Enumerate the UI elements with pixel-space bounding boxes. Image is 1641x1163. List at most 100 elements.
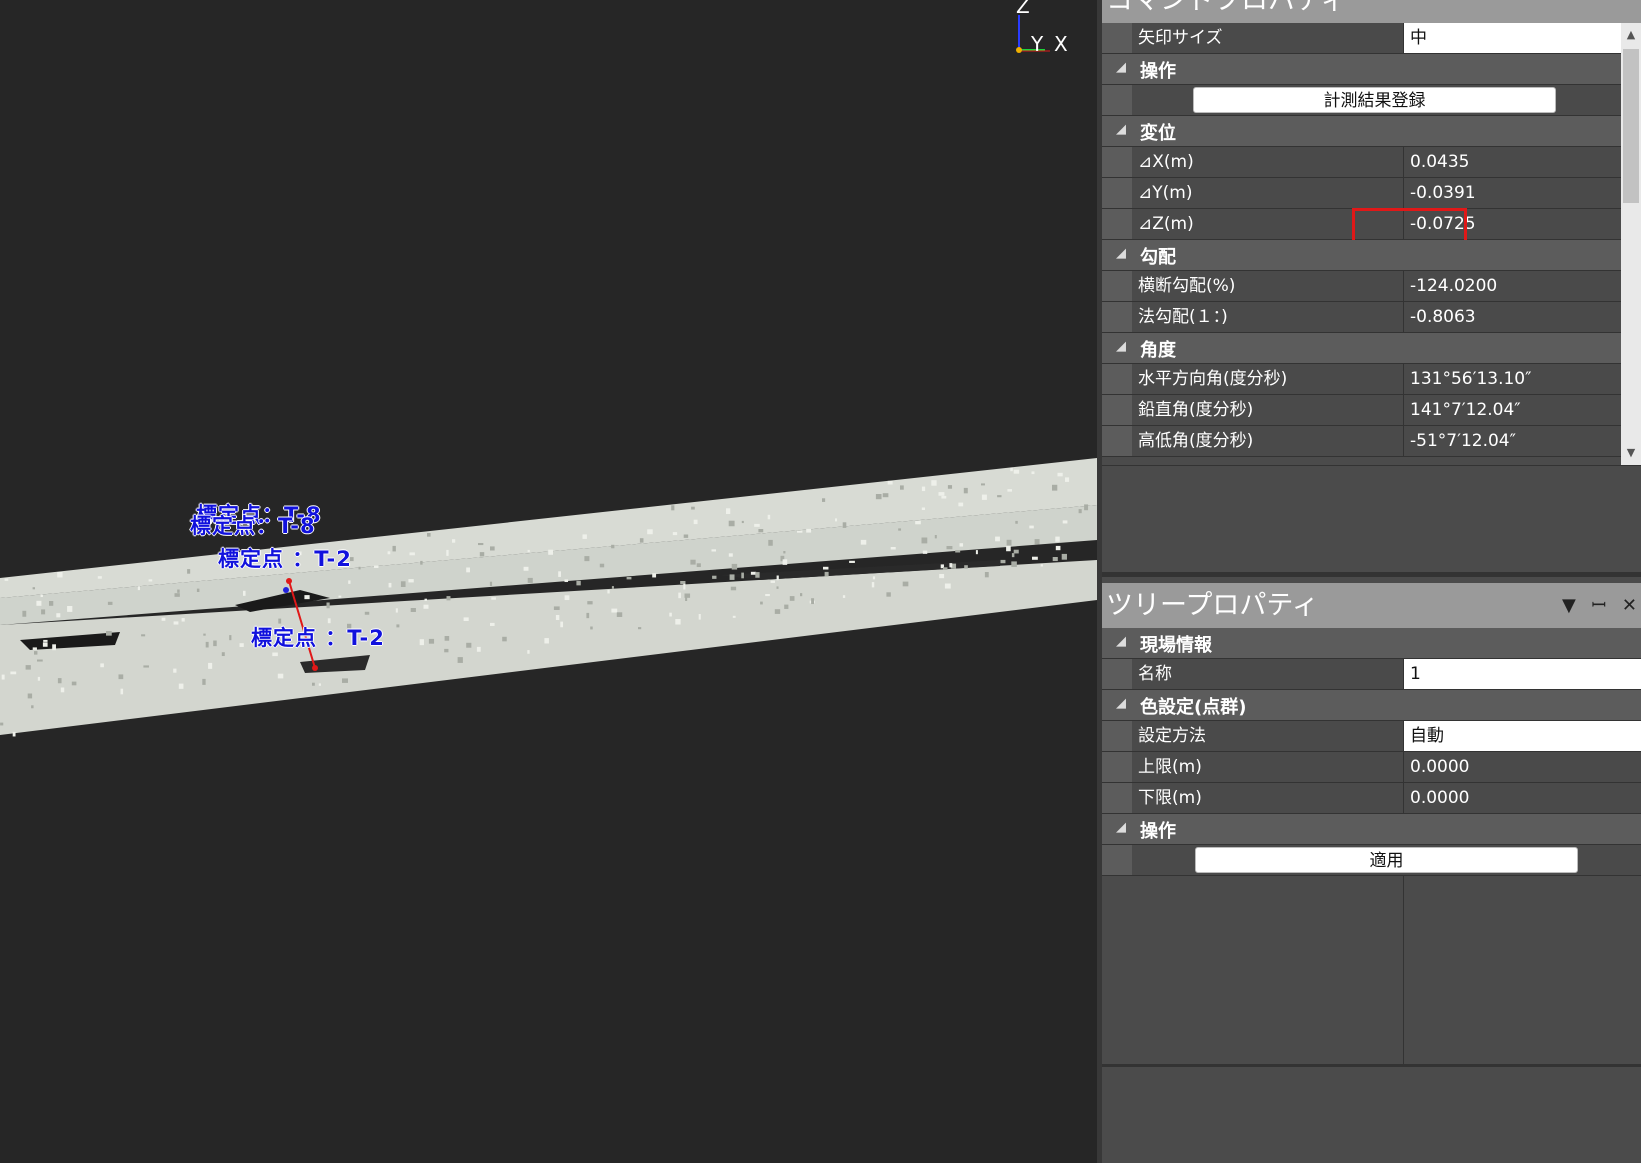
collapse-triangle-icon[interactable]: ◢: [1116, 246, 1126, 261]
property-row[interactable]: 上限(m) 0.0000: [1102, 752, 1641, 783]
calibration-point-marker[interactable]: [283, 587, 289, 593]
property-value[interactable]: 141°7′12.04″: [1404, 395, 1641, 425]
property-value[interactable]: 0.0000: [1404, 752, 1641, 782]
point-cloud-viewport[interactable]: Z Y X 標定点：T-8 標定点：T-8 標定点 ：T-2 標定点 ：T-2: [0, 0, 1097, 1163]
cloud-speck: [41, 609, 46, 615]
property-value[interactable]: -0.8063: [1404, 302, 1641, 332]
row-gutter: [1102, 752, 1132, 782]
cloud-speck: [213, 640, 217, 647]
property-name: 法勾配(１：): [1132, 302, 1404, 332]
cloud-speck: [173, 668, 177, 673]
x-axis-label: X: [1054, 32, 1068, 56]
point-cloud-canvas[interactable]: [0, 0, 1097, 1163]
cloud-speck: [424, 598, 427, 601]
property-value[interactable]: 1: [1404, 659, 1641, 689]
cloud-speck: [466, 567, 470, 573]
cloud-speck: [726, 508, 731, 515]
cloud-speck: [776, 586, 779, 589]
command-property-scrollbar[interactable]: ▲ ▼: [1621, 23, 1641, 465]
cloud-speck: [754, 523, 760, 527]
collapse-triangle-icon[interactable]: ◢: [1116, 820, 1126, 835]
collapse-triangle-icon[interactable]: ◢: [1116, 60, 1126, 75]
cloud-speck: [898, 528, 902, 531]
collapse-triangle-icon[interactable]: ◢: [1116, 696, 1126, 711]
category-row[interactable]: ◢ 現場情報: [1102, 628, 1641, 659]
property-row[interactable]: 水平方向角(度分秒) 131°56′13.10″: [1102, 364, 1641, 395]
property-row[interactable]: 高低角(度分秒) -51°7′12.04″: [1102, 426, 1641, 457]
cloud-speck: [1010, 467, 1013, 472]
category-row[interactable]: ◢ 角度: [1102, 333, 1641, 364]
property-value[interactable]: 自動: [1404, 721, 1641, 751]
cloud-speck: [768, 539, 773, 546]
collapse-triangle-icon[interactable]: ◢: [1116, 122, 1126, 137]
cloud-speck: [729, 574, 735, 580]
point-label-t2[interactable]: 標定点 ：T-2: [218, 543, 352, 573]
property-row[interactable]: ⊿X(m) 0.0435: [1102, 147, 1641, 178]
cloud-speck: [693, 519, 698, 525]
cloud-speck: [1011, 561, 1017, 567]
cloud-speck: [178, 683, 184, 689]
panel-divider: [1102, 572, 1641, 577]
property-value[interactable]: 0.0000: [1404, 783, 1641, 813]
property-row[interactable]: ⊿Y(m) -0.0391: [1102, 178, 1641, 209]
cloud-speck: [934, 535, 937, 539]
cloud-speck: [1013, 469, 1020, 474]
cloud-speck: [25, 665, 31, 670]
category-row[interactable]: ◢ 色設定(点群): [1102, 690, 1641, 721]
category-row[interactable]: ◢ 操作: [1102, 814, 1641, 845]
property-value[interactable]: 0.0435: [1404, 147, 1641, 177]
cloud-speck: [638, 627, 642, 630]
point-label-t8[interactable]: 標定点：T-8: [190, 510, 316, 540]
property-value[interactable]: -124.0200: [1404, 271, 1641, 301]
property-row[interactable]: 下限(m) 0.0000: [1102, 783, 1641, 814]
cloud-speck: [1031, 471, 1035, 475]
row-gutter: [1102, 659, 1132, 689]
cloud-speck: [161, 617, 166, 621]
pin-icon[interactable]: ꟷ: [1592, 595, 1607, 616]
register-measurement-button[interactable]: 計測結果登録: [1193, 87, 1556, 113]
cloud-speck: [1057, 472, 1063, 477]
close-icon[interactable]: ✕: [1622, 595, 1637, 616]
cloud-speck: [1032, 556, 1038, 560]
cloud-speck: [711, 549, 717, 552]
category-row[interactable]: ◢ 変位: [1102, 116, 1641, 147]
property-row[interactable]: 矢印サイズ中: [1102, 23, 1641, 54]
dropdown-icon[interactable]: ▼: [1562, 595, 1576, 616]
cloud-speck: [842, 595, 846, 598]
collapse-triangle-icon[interactable]: ◢: [1116, 634, 1126, 649]
category-row[interactable]: ◢ 操作: [1102, 54, 1641, 85]
cloud-speck: [181, 618, 185, 622]
scroll-up-icon[interactable]: ▲: [1621, 25, 1641, 45]
tree-property-title-text: ツリープロパティ: [1106, 590, 1319, 621]
measure-start-point[interactable]: [286, 578, 292, 584]
cloud-speck: [806, 528, 812, 533]
cloud-speck: [784, 604, 789, 609]
property-row[interactable]: 横断勾配(%) -124.0200: [1102, 271, 1641, 302]
row-gutter: [1102, 783, 1132, 813]
category-row[interactable]: ◢ 勾配: [1102, 240, 1641, 271]
property-row[interactable]: 鉛直角(度分秒) 141°7′12.04″: [1102, 395, 1641, 426]
property-value[interactable]: -51°7′12.04″: [1404, 426, 1641, 456]
scroll-thumb[interactable]: [1623, 49, 1639, 203]
cloud-speck: [672, 532, 678, 536]
apply-button[interactable]: 適用: [1195, 847, 1578, 873]
property-row[interactable]: 名称 1: [1102, 659, 1641, 690]
collapse-triangle-icon[interactable]: ◢: [1116, 339, 1126, 354]
cloud-speck: [0, 722, 4, 726]
cloud-speck: [1062, 520, 1068, 524]
cloud-speck: [32, 647, 37, 650]
point-label-t2[interactable]: 標定点 ：T-2: [251, 622, 385, 652]
y-axis-label: Y: [1031, 32, 1044, 56]
property-value[interactable]: 131°56′13.10″: [1404, 364, 1641, 394]
measure-end-point[interactable]: [312, 665, 318, 671]
property-row[interactable]: 設定方法 自動: [1102, 721, 1641, 752]
cloud-speck: [196, 588, 200, 592]
cloud-speck: [921, 537, 928, 544]
property-row[interactable]: 法勾配(１：) -0.8063: [1102, 302, 1641, 333]
property-value[interactable]: -0.0391: [1404, 178, 1641, 208]
cloud-speck: [997, 495, 1002, 498]
scroll-down-icon[interactable]: ▼: [1621, 443, 1641, 463]
property-value[interactable]: 中: [1404, 23, 1641, 53]
cloud-speck: [822, 498, 826, 502]
property-row[interactable]: ⊿Z(m) -0.0725: [1102, 208, 1641, 249]
